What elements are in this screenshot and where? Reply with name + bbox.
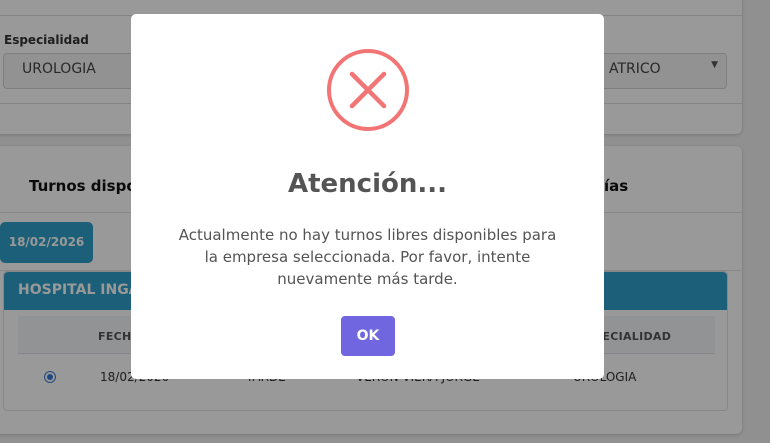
modal-title: Atención... — [287, 169, 448, 199]
error-x-icon — [327, 49, 409, 131]
alert-modal: Atención... Actualmente no hay turnos li… — [131, 14, 604, 379]
modal-message: Actualmente no hay turnos libres disponi… — [178, 226, 557, 288]
ok-button[interactable]: OK — [341, 316, 395, 356]
